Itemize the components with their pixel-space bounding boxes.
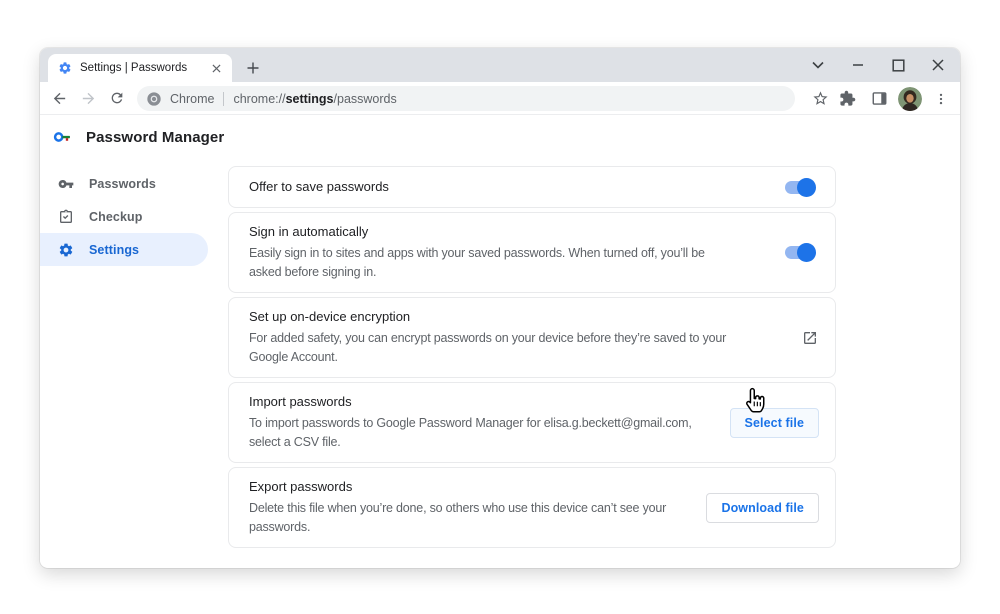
offer-to-save-toggle[interactable]: [785, 177, 816, 197]
bookmark-star-icon[interactable]: [808, 86, 832, 110]
browser-toolbar: Chrome chrome://settings/passwords: [40, 82, 960, 115]
origin-separator: [223, 91, 225, 106]
profile-avatar[interactable]: [898, 86, 922, 111]
window-maximize-icon[interactable]: [878, 48, 918, 82]
toggle-knob: [797, 177, 816, 197]
setting-row-on-device-encryption: Set up on-device encryption For added sa…: [228, 297, 836, 378]
address-bar[interactable]: Chrome chrome://settings/passwords: [137, 86, 795, 111]
row-title: Sign in automatically: [249, 224, 369, 239]
external-link-icon[interactable]: [798, 326, 822, 350]
tab-settings-passwords[interactable]: Settings | Passwords: [48, 54, 232, 82]
sidebar-item-label: Checkup: [89, 209, 143, 224]
extensions-puzzle-icon[interactable]: [834, 86, 860, 112]
three-dot-menu-icon[interactable]: [928, 86, 954, 112]
row-subtitle: To import passwords to Google Password M…: [249, 416, 692, 449]
window-minimize-icon[interactable]: [838, 48, 878, 82]
url-text: chrome://settings/passwords: [233, 91, 397, 106]
tab-title: Settings | Passwords: [80, 62, 188, 74]
row-title: Set up on-device encryption: [249, 309, 411, 324]
origin-chip-label: Chrome: [170, 91, 215, 106]
sidebar-item-passwords[interactable]: Passwords: [40, 167, 208, 200]
page-content: Password Manager Passwords Checkup Setti…: [40, 115, 960, 567]
settings-list: Offer to save passwords Sign in automati…: [228, 166, 836, 548]
setting-row-sign-in-automatically: Sign in automatically Easily sign in to …: [228, 212, 836, 293]
setting-row-offer-to-save: Offer to save passwords: [228, 166, 836, 208]
tab-strip: Settings | Passwords: [40, 48, 960, 82]
sidebar-item-settings[interactable]: Settings: [40, 233, 208, 266]
download-file-button[interactable]: Download file: [706, 492, 819, 523]
sign-in-automatically-toggle[interactable]: [785, 243, 816, 262]
row-subtitle: Easily sign in to sites and apps with yo…: [249, 246, 705, 279]
settings-gear-favicon-icon: [59, 62, 71, 74]
window-restore-chevron-icon[interactable]: [798, 48, 838, 82]
side-panel-icon[interactable]: [866, 86, 892, 112]
window-close-icon[interactable]: [918, 48, 958, 82]
setting-row-import-passwords: Import passwords To import passwords to …: [228, 382, 836, 463]
select-file-button[interactable]: Select file: [729, 407, 819, 438]
toolbar-right-icons: [834, 82, 954, 115]
sidebar-nav: Passwords Checkup Settings: [40, 167, 208, 266]
row-subtitle: Delete this file when you’re done, so ot…: [249, 501, 667, 534]
row-title: Offer to save passwords: [249, 179, 389, 194]
key-icon: [58, 179, 74, 188]
toggle-knob: [797, 243, 816, 262]
row-title: Import passwords: [249, 394, 352, 409]
reload-icon[interactable]: [105, 86, 129, 110]
checkup-clipboard-icon: [60, 209, 72, 223]
sidebar-item-checkup[interactable]: Checkup: [40, 200, 208, 233]
tab-close-icon[interactable]: [208, 60, 224, 76]
forward-arrow-icon[interactable]: [76, 86, 100, 110]
setting-row-export-passwords: Export passwords Delete this file when y…: [228, 467, 836, 548]
sidebar-item-label: Settings: [89, 242, 140, 257]
page-title: Password Manager: [86, 128, 225, 146]
row-title: Export passwords: [249, 479, 353, 494]
window-controls: [798, 48, 958, 82]
chrome-logo-icon: [147, 91, 161, 106]
desktop: Settings | Passwords Chrome chrome://set…: [0, 0, 1000, 614]
password-manager-header: Password Manager: [52, 127, 224, 147]
gear-icon: [59, 243, 73, 256]
new-tab-icon[interactable]: [244, 59, 262, 77]
row-subtitle: For added safety, you can encrypt passwo…: [249, 331, 727, 364]
back-arrow-icon[interactable]: [47, 86, 71, 110]
password-manager-key-logo-icon: [53, 132, 70, 142]
browser-window: Settings | Passwords Chrome chrome://set…: [40, 48, 960, 568]
sidebar-item-label: Passwords: [89, 176, 156, 191]
